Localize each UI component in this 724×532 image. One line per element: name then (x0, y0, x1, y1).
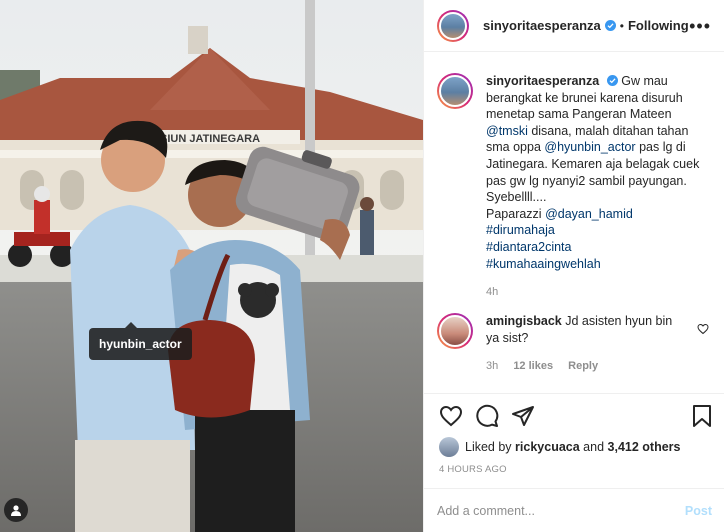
author-username[interactable]: sinyoritaesperanza (483, 18, 601, 33)
liker-avatar[interactable] (439, 437, 459, 457)
more-options-icon[interactable]: ••• (689, 17, 711, 35)
station-sign: SIUN JATINEGARA (160, 133, 260, 145)
like-heart-icon[interactable] (439, 404, 463, 428)
user-tag-label[interactable]: hyunbin_actor (89, 322, 192, 360)
post-image: SIUN JATINEGARA (0, 0, 423, 532)
separator-dot: • (619, 18, 624, 33)
following-button[interactable]: Following (628, 18, 689, 33)
liked-by-prefix: Liked by (465, 440, 512, 454)
action-icon-row (437, 404, 713, 430)
post-actions: Liked by rickycuaca and 3,412 others 4 H… (424, 393, 724, 532)
comments-section: sinyoritaesperanza Gw mau berangkat ke b… (424, 53, 724, 393)
post-panel: sinyoritaesperanza • Following ••• sinyo… (423, 0, 724, 532)
author-avatar[interactable] (437, 9, 469, 42)
caption-username[interactable]: sinyoritaesperanza (486, 74, 599, 88)
hashtag-link[interactable]: #dirumahaja (486, 222, 706, 239)
caption-text: Paparazzi (486, 206, 546, 221)
commenter-username[interactable]: amingisback (486, 314, 562, 328)
commenter-avatar[interactable] (437, 313, 473, 349)
post-comment-button[interactable]: Post (685, 504, 712, 518)
comment-time[interactable]: 3h (486, 360, 498, 372)
save-bookmark-icon[interactable] (691, 404, 713, 428)
user-icon (11, 505, 21, 516)
reply-button[interactable]: Reply (568, 360, 598, 372)
post-timestamp[interactable]: 4 HOURS AGO (439, 464, 507, 475)
tagged-users-button[interactable] (4, 498, 28, 522)
hashtag-link[interactable]: #diantara2cinta (486, 239, 706, 256)
liked-by-user[interactable]: rickycuaca (515, 440, 580, 454)
comment-input[interactable] (437, 504, 685, 518)
liked-by-row: Liked by rickycuaca and 3,412 others (439, 437, 680, 457)
hashtag-link[interactable]: #kumahaaingwehlah (486, 256, 706, 273)
post-photo[interactable]: SIUN JATINEGARA hyunbin_actor (0, 0, 423, 532)
comment-bubble-icon[interactable] (475, 404, 499, 428)
liked-by-and: and (583, 440, 605, 454)
mention-link[interactable]: @hyunbin_actor (544, 140, 635, 154)
verified-badge-icon (606, 75, 618, 86)
caption-time[interactable]: 4h (486, 284, 706, 301)
comment-likes[interactable]: 12 likes (513, 360, 553, 372)
add-comment-bar: Post (424, 488, 724, 532)
mention-link[interactable]: @dayan_hamid (545, 207, 633, 221)
caption-author-avatar[interactable] (437, 73, 473, 109)
verified-badge-icon (604, 20, 616, 31)
comment-like-heart-icon[interactable] (697, 323, 709, 335)
share-paper-plane-icon[interactable] (511, 404, 535, 428)
mention-link[interactable]: @tmski (486, 124, 528, 138)
liked-by-count[interactable]: 3,412 others (608, 440, 681, 454)
post-caption: sinyoritaesperanza Gw mau berangkat ke b… (437, 73, 717, 301)
comment-item: amingisback Jd asisten hyun bin ya sist?… (437, 313, 717, 375)
post-header: sinyoritaesperanza • Following ••• (424, 0, 724, 52)
